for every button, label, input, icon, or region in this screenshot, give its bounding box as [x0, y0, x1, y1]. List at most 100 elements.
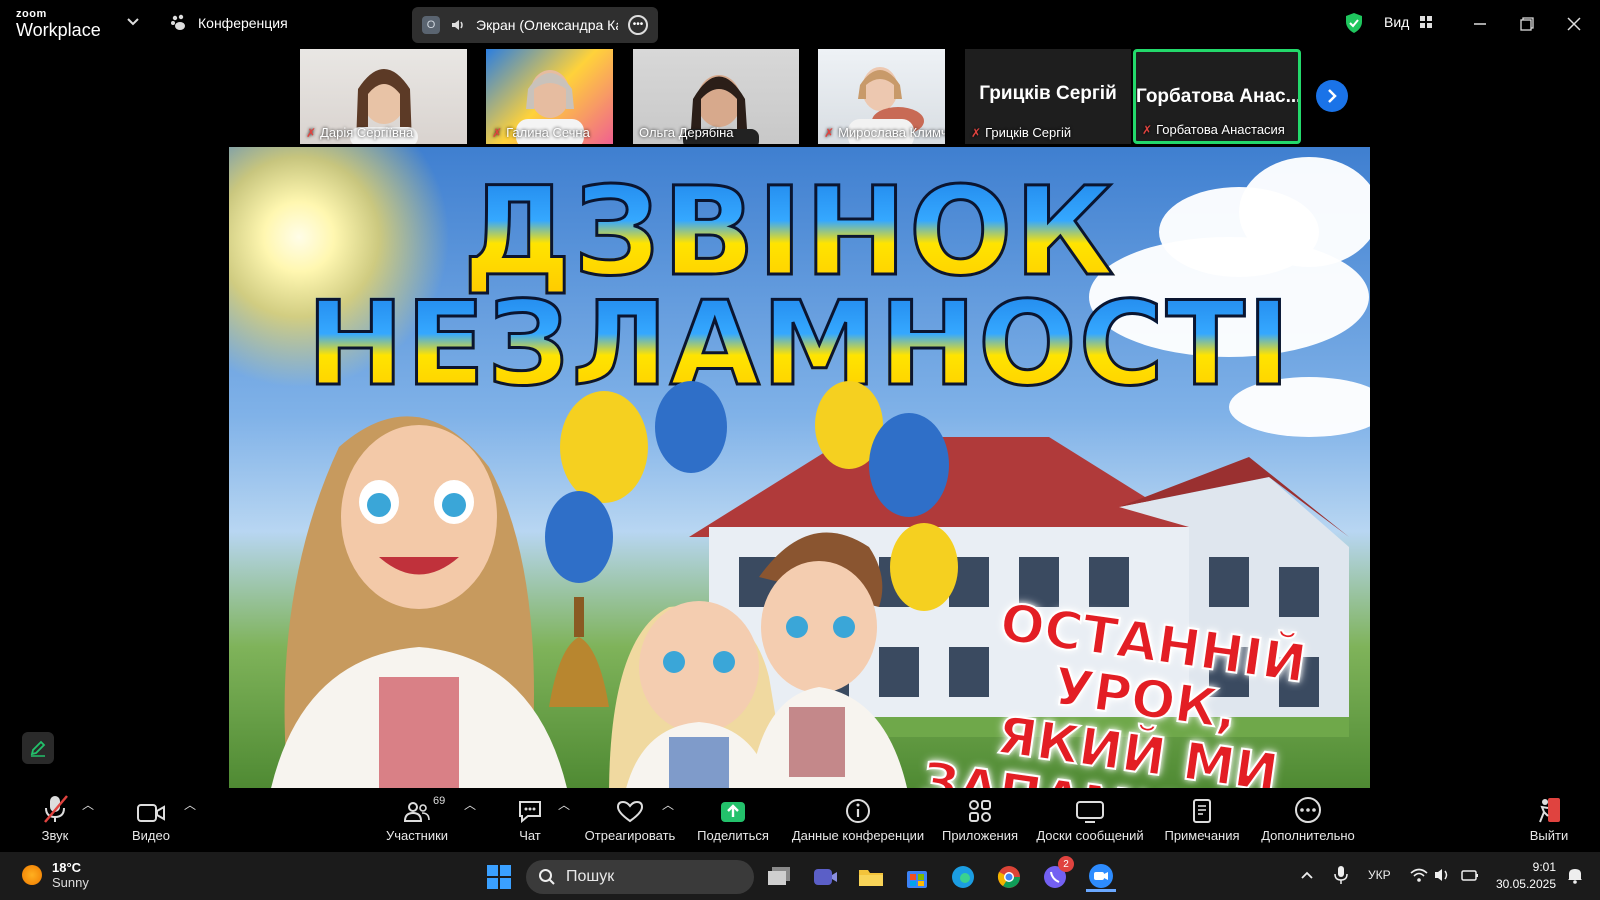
- annotate-button[interactable]: [22, 732, 54, 764]
- wifi-icon[interactable]: [1410, 867, 1428, 883]
- view-label: Вид: [1384, 14, 1410, 30]
- mic-off-icon: ✗: [492, 125, 503, 140]
- mic-off-icon: ✗: [971, 125, 982, 140]
- chrome-app[interactable]: [994, 862, 1024, 892]
- restore-button[interactable]: [1515, 12, 1539, 36]
- participant-tile[interactable]: ✗ Галина Сечна: [486, 49, 613, 144]
- share-button[interactable]: Поделиться: [697, 790, 769, 850]
- weather-widget[interactable]: 18°C Sunny: [22, 860, 89, 890]
- mic-muted-icon: [44, 795, 68, 823]
- volume-icon[interactable]: [1434, 867, 1452, 883]
- participant-name: Ольга Дерябіна: [639, 125, 734, 140]
- battery-icon[interactable]: [1460, 867, 1480, 883]
- paw-icon: [171, 14, 185, 30]
- participant-name: Мирослава Климчук: [838, 125, 945, 140]
- chat-button[interactable]: Чат: [510, 790, 550, 850]
- participant-name: Галина Сечна: [506, 125, 590, 140]
- mic-off-icon: ✗: [1142, 122, 1153, 137]
- whiteboard-icon: [1076, 801, 1104, 823]
- participants-count: 69: [433, 795, 446, 807]
- participants-options-caret[interactable]: ︿: [464, 796, 476, 813]
- zoom-logo: zoom Workplace: [16, 8, 101, 40]
- participant-name: Дарія Сергіївна: [320, 125, 414, 140]
- more-icon: [1295, 797, 1321, 823]
- zoom-app[interactable]: [1086, 862, 1116, 892]
- taskbar-search[interactable]: Пошук: [526, 860, 754, 894]
- task-view-button[interactable]: [764, 862, 794, 892]
- folder-icon: [859, 870, 883, 886]
- screen-share-pill[interactable]: O Экран (Олександра Кардаш) •••: [412, 7, 658, 43]
- info-icon: [846, 799, 870, 823]
- logo-small-text: zoom: [16, 8, 47, 20]
- sharer-badge: O: [422, 16, 440, 34]
- chevron-up-icon[interactable]: [1300, 868, 1314, 882]
- share-title: Экран (Олександра Кардаш): [476, 17, 618, 33]
- participant-tile[interactable]: ✗ Дарія Сергіївна: [300, 49, 467, 144]
- heart-icon: [616, 800, 644, 823]
- video-chat-icon: [814, 869, 837, 885]
- store-app[interactable]: [902, 862, 932, 892]
- leave-label: Выйти: [1529, 828, 1569, 843]
- clock[interactable]: 9:01 30.05.2025: [1490, 859, 1556, 893]
- task-view-icon: [768, 867, 790, 885]
- shared-screen: ДЗВІНОК НЕЗЛАМНОСТІ ОСТАННІЙ УРОК, ЯКИЙ …: [229, 147, 1370, 788]
- participant-big-name: Горбатова Анас...: [1136, 86, 1298, 107]
- chevron-right-icon: [1328, 89, 1337, 103]
- microphone-icon[interactable]: [1334, 865, 1348, 885]
- video-button[interactable]: Видео: [126, 790, 176, 850]
- edge-app[interactable]: [948, 862, 978, 892]
- participant-tile[interactable]: Ольга Дерябіна: [633, 49, 799, 144]
- whiteboards-button[interactable]: Доски сообщений: [1034, 790, 1146, 850]
- language-indicator[interactable]: УКР: [1368, 868, 1391, 882]
- next-page-button[interactable]: [1316, 80, 1348, 112]
- mic-off-icon: ✗: [306, 125, 317, 140]
- view-menu[interactable]: Вид: [1384, 14, 1433, 30]
- share-screen-icon: [721, 802, 745, 822]
- close-button[interactable]: [1562, 12, 1586, 36]
- viber-app[interactable]: 2: [1040, 856, 1074, 892]
- share-label: Поделиться: [697, 828, 769, 843]
- file-explorer-app[interactable]: [856, 862, 886, 892]
- chat-options-caret[interactable]: ︿: [558, 796, 570, 813]
- audio-options-caret[interactable]: ︿: [82, 796, 94, 813]
- meeting-toolbar: Звук ︿ Видео ︿ Участники 69 ︿ Чат ︿ Отре…: [0, 790, 1600, 850]
- notes-label: Примечания: [1164, 828, 1240, 843]
- participant-name: Грицків Сергій: [985, 125, 1072, 140]
- mic-off-icon: ✗: [824, 125, 835, 140]
- meeting-info-label: Данные конференции: [791, 828, 925, 843]
- chrome-icon: [997, 866, 1020, 888]
- leave-icon: [1539, 798, 1560, 823]
- start-button[interactable]: [484, 862, 514, 892]
- conference-menu[interactable]: Конференция: [170, 14, 288, 32]
- video-options-caret[interactable]: ︿: [184, 796, 196, 813]
- notes-icon: [1193, 799, 1211, 823]
- react-label: Отреагировать: [584, 828, 676, 843]
- notifications-icon[interactable]: [1566, 866, 1584, 884]
- chat-icon: [519, 801, 541, 824]
- more-button[interactable]: Дополнительно: [1258, 790, 1358, 850]
- meet-app[interactable]: [810, 862, 840, 892]
- zoom-app-icon: [1089, 863, 1113, 888]
- participant-tile[interactable]: Грицків Сергій ✗ Грицків Сергій: [965, 49, 1131, 144]
- title-bar: zoom Workplace Конференция O Экран (Олек…: [0, 0, 1600, 48]
- encryption-shield-icon[interactable]: [1345, 12, 1363, 34]
- leave-button[interactable]: Выйти: [1526, 790, 1572, 850]
- apps-button[interactable]: Приложения: [938, 790, 1022, 850]
- minimize-button[interactable]: [1468, 12, 1492, 36]
- more-options-icon[interactable]: •••: [628, 15, 648, 35]
- camera-icon: [137, 804, 165, 822]
- active-speaker-tile[interactable]: Горбатова Анас... ✗ Горбатова Анастасия: [1133, 49, 1301, 144]
- notes-button[interactable]: Примечания: [1164, 790, 1240, 850]
- windows-icon: [487, 865, 511, 889]
- participant-tile[interactable]: ✗Мирослава Климчук: [818, 49, 945, 144]
- apps-icon: [969, 800, 991, 822]
- clock-date: 30.05.2025: [1495, 877, 1556, 891]
- more-label: Дополнительно: [1261, 828, 1355, 843]
- chevron-down-icon[interactable]: [126, 14, 140, 28]
- restore-icon: [1520, 17, 1534, 31]
- meeting-info-button[interactable]: Данные конференции: [790, 790, 926, 850]
- close-icon: [1567, 17, 1581, 31]
- react-options-caret[interactable]: ︿: [662, 796, 674, 813]
- sun-icon: [22, 865, 42, 885]
- audio-button[interactable]: Звук: [30, 790, 80, 850]
